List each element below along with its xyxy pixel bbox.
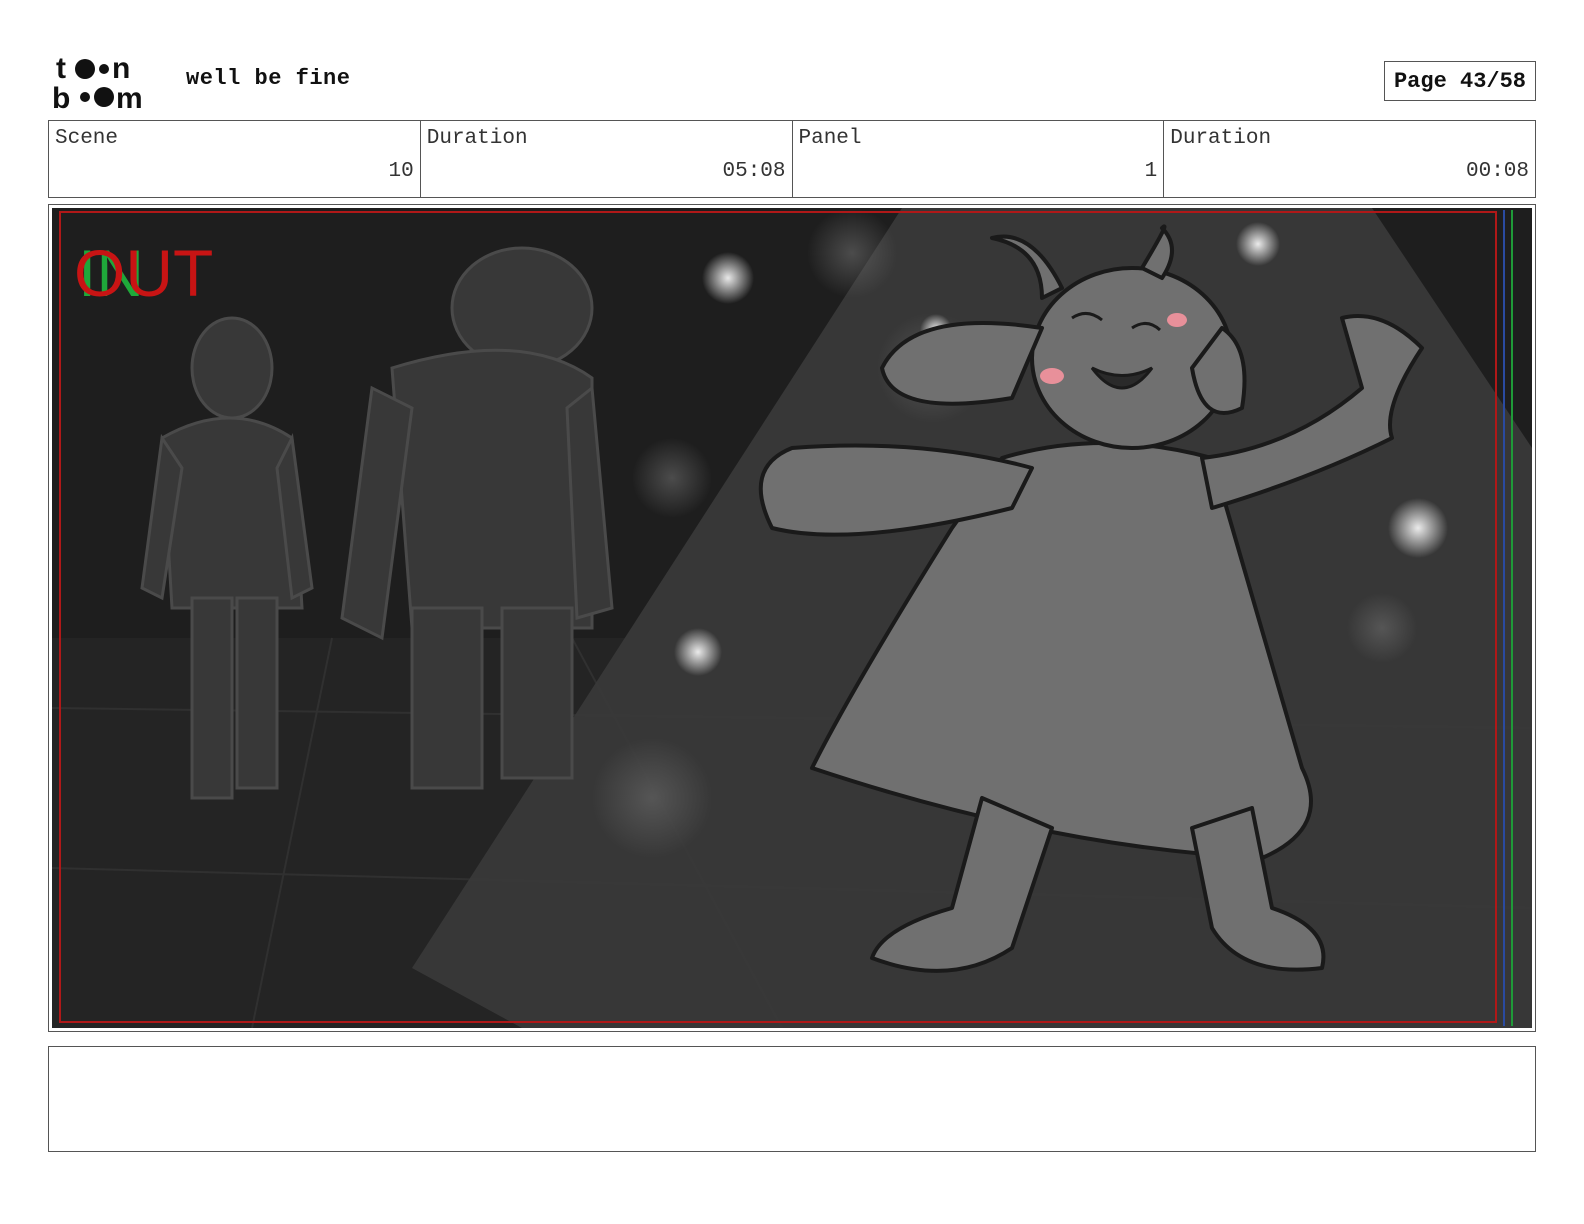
toonboom-logo: t n b m bbox=[52, 52, 143, 112]
svg-text:n: n bbox=[112, 52, 130, 85]
panel-notes bbox=[48, 1046, 1536, 1152]
page-label: Page 43/58 bbox=[1393, 68, 1527, 94]
svg-text:t: t bbox=[56, 52, 66, 85]
scene-duration-value: 05:08 bbox=[722, 160, 786, 183]
blush-left bbox=[1040, 368, 1064, 384]
scene-info-row: Scene 10 Duration 05:08 Panel 1 Duration… bbox=[48, 120, 1536, 198]
panel-duration-label: Duration bbox=[1170, 127, 1272, 150]
project-title: well be fine bbox=[186, 66, 351, 91]
scene-label: Scene bbox=[55, 127, 119, 150]
panel-label: Panel bbox=[798, 127, 862, 150]
panel-value: 1 bbox=[1144, 160, 1158, 183]
page-indicator: Page 43/58 bbox=[1384, 61, 1536, 101]
blush-right bbox=[1167, 313, 1187, 327]
panel-image: IN OUT bbox=[52, 208, 1532, 1028]
panel-duration-cell: Duration 00:08 bbox=[1164, 121, 1535, 197]
scene-value: 10 bbox=[388, 160, 414, 183]
out-marker: OUT bbox=[74, 236, 213, 310]
scene-duration-label: Duration bbox=[426, 127, 528, 150]
scene-cell: Scene 10 bbox=[49, 121, 421, 197]
scene-duration-cell: Duration 05:08 bbox=[421, 121, 793, 197]
svg-text:m: m bbox=[116, 82, 143, 112]
panel-duration-value: 00:08 bbox=[1465, 160, 1529, 183]
svg-text:b: b bbox=[52, 82, 70, 112]
panel-cell: Panel 1 bbox=[793, 121, 1165, 197]
